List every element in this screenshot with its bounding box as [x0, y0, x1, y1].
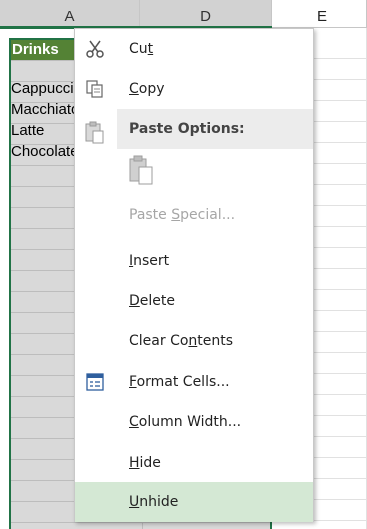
menu-item-clear-contents[interactable]: Clear Contents: [75, 321, 313, 361]
menu-label-column-width: Column Width...: [129, 414, 242, 430]
menu-label-unhide: Unhide: [129, 494, 179, 510]
gridline: [11, 522, 270, 523]
menu-label-format-cells: Format Cells...: [129, 374, 230, 390]
paste-clipboard-icon[interactable]: [127, 153, 155, 187]
menu-label-paste-special: Paste Special...: [129, 207, 236, 223]
menu-item-unhide[interactable]: Unhide: [75, 482, 313, 522]
cell-row-2[interactable]: Macchiato: [11, 100, 77, 120]
menu-item-cut[interactable]: Cut: [75, 29, 313, 69]
menu-label-hide: Hide: [129, 455, 161, 471]
menu-item-column-width[interactable]: Column Width...: [75, 402, 313, 442]
paste-options-header: Paste Options:: [117, 109, 313, 149]
format-cells-icon: [86, 373, 104, 391]
cell-row-1[interactable]: Cappuccino: [11, 79, 77, 99]
menu-label-insert: Insert: [129, 253, 170, 269]
scissors-icon: [86, 40, 104, 58]
column-header-a[interactable]: A: [0, 0, 140, 28]
menu-item-format-cells[interactable]: Format Cells...: [75, 362, 313, 402]
column-header-e[interactable]: E: [272, 0, 367, 28]
menu-item-copy[interactable]: Copy: [75, 69, 313, 109]
paste-options-label: Paste Options:: [129, 121, 245, 137]
menu-item-insert[interactable]: Insert: [75, 241, 313, 281]
copy-icon: [86, 80, 103, 98]
menu-label-cut: Cut: [129, 41, 154, 57]
menu-item-delete[interactable]: Delete: [75, 281, 313, 321]
context-menu: Cut Copy Paste Options: Paste Special...…: [74, 28, 314, 522]
clipboard-icon: [85, 121, 104, 144]
cell-row-3[interactable]: Latte: [11, 121, 77, 141]
cell-drinks-header[interactable]: Drinks: [11, 40, 78, 60]
menu-item-paste-special[interactable]: Paste Special...: [75, 195, 313, 235]
column-header-d[interactable]: D: [140, 0, 272, 28]
cell-row-4[interactable]: Chocolate: [11, 142, 77, 162]
menu-label-clear-contents: Clear Contents: [129, 333, 234, 349]
menu-label-delete: Delete: [129, 293, 175, 309]
menu-label-copy: Copy: [129, 81, 165, 97]
menu-item-hide[interactable]: Hide: [75, 443, 313, 483]
